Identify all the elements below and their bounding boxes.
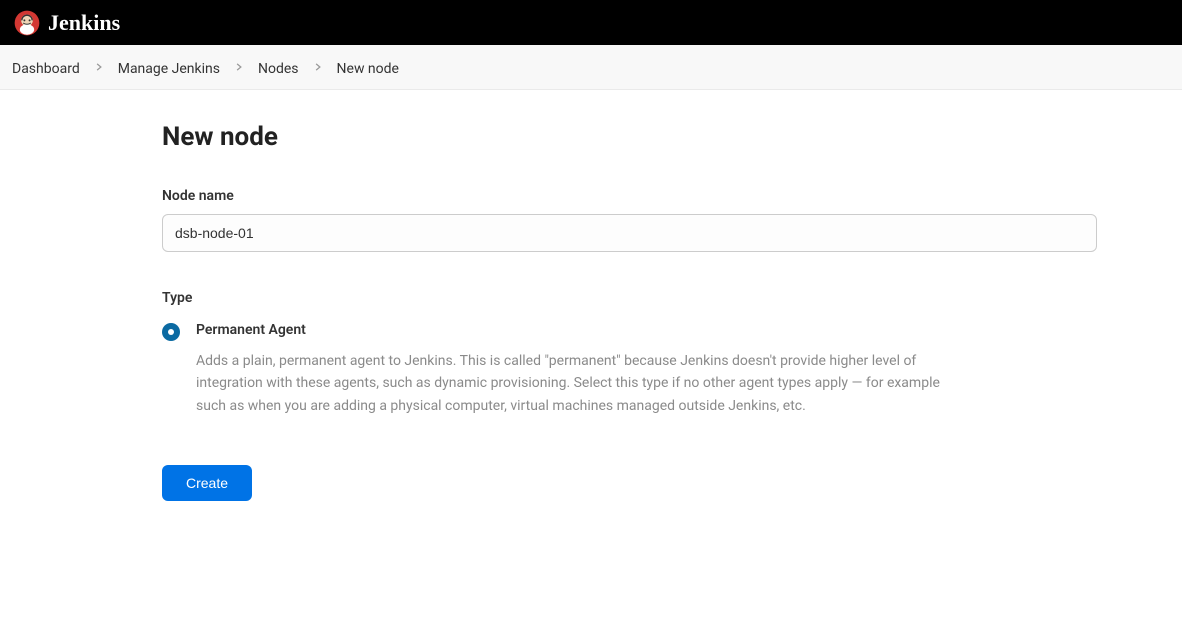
create-button[interactable]: Create — [162, 465, 252, 501]
permanent-agent-label: Permanent Agent — [196, 322, 955, 338]
chevron-right-icon — [313, 62, 323, 72]
breadcrumb-nodes[interactable]: Nodes — [258, 61, 299, 77]
breadcrumb-new-node: New node — [337, 61, 399, 77]
page-title: New node — [162, 122, 955, 152]
chevron-right-icon — [94, 62, 104, 72]
brand-text: Jenkins — [48, 10, 120, 36]
type-label: Type — [162, 290, 955, 306]
breadcrumb: Dashboard Manage Jenkins Nodes New node — [12, 58, 399, 77]
top-header: Jenkins — [0, 0, 1182, 45]
jenkins-logo-link[interactable]: Jenkins — [14, 10, 120, 36]
permanent-agent-description: Adds a plain, permanent agent to Jenkins… — [196, 350, 955, 417]
node-name-label: Node name — [162, 188, 955, 204]
main-content: New node Node name Type Permanent Agent … — [0, 90, 955, 501]
breadcrumb-dashboard[interactable]: Dashboard — [12, 61, 80, 77]
radio-option-permanent-agent[interactable]: Permanent Agent Adds a plain, permanent … — [162, 322, 955, 417]
breadcrumb-bar: Dashboard Manage Jenkins Nodes New node — [0, 45, 1182, 90]
jenkins-logo-icon — [14, 10, 40, 36]
node-name-input[interactable] — [162, 214, 1097, 252]
radio-content: Permanent Agent Adds a plain, permanent … — [196, 322, 955, 417]
radio-button-icon — [162, 323, 180, 341]
chevron-right-icon — [234, 62, 244, 72]
type-section: Type Permanent Agent Adds a plain, perma… — [162, 290, 955, 417]
breadcrumb-manage-jenkins[interactable]: Manage Jenkins — [118, 61, 220, 77]
